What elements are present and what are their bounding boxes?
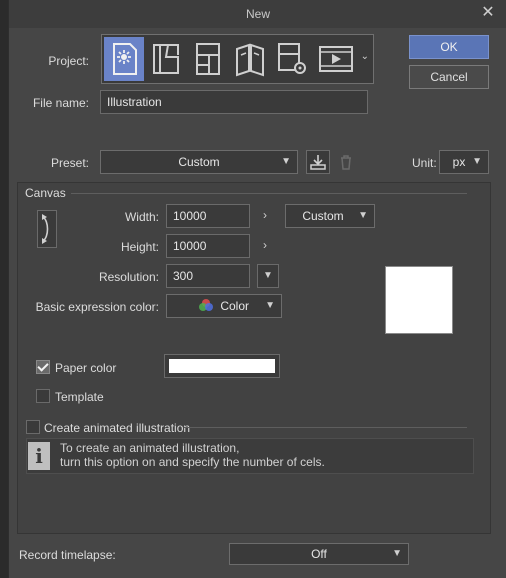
template-label: Template	[55, 390, 104, 404]
expression-color-dropdown[interactable]: Color ▼	[166, 294, 282, 318]
chevron-down-icon: ▼	[265, 300, 275, 311]
paper-color-checkbox[interactable]	[36, 360, 50, 374]
color-mode-icon	[198, 299, 213, 311]
height-input[interactable]: 10000	[166, 234, 250, 258]
preset-value: Custom	[178, 155, 220, 169]
register-preset-button[interactable]	[306, 150, 330, 174]
paper-color-fill	[169, 359, 275, 373]
expression-color-value: Color	[220, 299, 250, 313]
swap-dimensions-button[interactable]	[37, 210, 57, 248]
canvas-section-label: Canvas	[25, 186, 66, 200]
title-bar: New ✕	[9, 0, 506, 28]
resolution-input[interactable]: 300	[166, 264, 250, 288]
project-label: Project:	[48, 54, 89, 68]
resolution-dropdown-button[interactable]: ▼	[257, 264, 279, 288]
animation-divider	[184, 427, 467, 428]
unit-dropdown[interactable]: px ▼	[439, 150, 489, 174]
project-custom-settings-button[interactable]	[272, 37, 312, 81]
illustration-icon	[113, 43, 137, 75]
animation-icon	[319, 46, 353, 72]
cancel-button[interactable]: Cancel	[409, 65, 489, 89]
width-arrow-icon[interactable]: ›	[263, 208, 267, 222]
file-name-label: File name:	[32, 96, 89, 110]
timelapse-value: Off	[311, 547, 327, 561]
chevron-down-icon[interactable]: ⌄	[361, 51, 369, 62]
info-icon: i	[28, 442, 50, 470]
project-comic-button[interactable]	[146, 37, 186, 81]
project-selector: ⌄	[101, 34, 374, 84]
paper-color-label: Paper color	[55, 361, 117, 375]
width-input[interactable]: 10000	[166, 204, 250, 228]
animated-illustration-checkbox[interactable]	[26, 420, 40, 434]
info-text-line2: turn this option on and specify the numb…	[60, 455, 325, 469]
chevron-down-icon: ▼	[358, 210, 368, 221]
book-icon	[236, 43, 264, 77]
unit-value: px	[452, 155, 466, 169]
timelapse-dropdown[interactable]: Off ▼	[229, 543, 409, 565]
project-animation-button[interactable]	[314, 37, 354, 81]
project-book-button[interactable]	[230, 37, 270, 81]
canvas-divider	[71, 193, 467, 194]
unit-label: Unit:	[412, 156, 437, 170]
canvas-preview	[385, 266, 453, 334]
project-illustration-button[interactable]	[104, 37, 144, 81]
paper-color-swatch[interactable]	[164, 354, 280, 378]
width-label: Width:	[124, 210, 159, 224]
page-settings-icon	[278, 43, 306, 74]
new-dialog: New ✕ Project: ⌄ OK Cancel File name: Il…	[8, 0, 506, 578]
register-preset-icon	[310, 155, 326, 170]
delete-preset-icon[interactable]	[335, 151, 357, 173]
swap-icon	[42, 214, 49, 244]
size-preset-dropdown[interactable]: Custom ▼	[285, 204, 375, 228]
height-label: Height:	[120, 240, 159, 254]
height-arrow-icon[interactable]: ›	[263, 238, 267, 252]
expression-color-label: Basic expression color:	[35, 300, 159, 314]
resolution-label: Resolution:	[98, 270, 159, 284]
timelapse-label: Record timelapse:	[19, 548, 116, 562]
animated-illustration-label: Create animated illustration	[44, 421, 191, 435]
chevron-down-icon: ▼	[472, 156, 482, 167]
close-icon[interactable]: ✕	[479, 4, 497, 22]
comic-icon	[153, 44, 179, 74]
trash-icon	[341, 155, 351, 170]
webtoon-icon	[196, 43, 220, 75]
preset-dropdown[interactable]: Custom ▼	[100, 150, 298, 174]
ok-button[interactable]: OK	[409, 35, 489, 59]
project-webtoon-button[interactable]	[188, 37, 228, 81]
chevron-down-icon: ▼	[392, 548, 402, 559]
file-name-input[interactable]: Illustration	[100, 90, 368, 114]
info-text-line1: To create an animated illustration,	[60, 441, 240, 455]
chevron-down-icon: ▼	[281, 156, 291, 167]
template-checkbox[interactable]	[36, 389, 50, 403]
preset-label: Preset:	[50, 156, 89, 170]
window-title: New	[245, 7, 270, 21]
size-preset-value: Custom	[302, 209, 344, 223]
